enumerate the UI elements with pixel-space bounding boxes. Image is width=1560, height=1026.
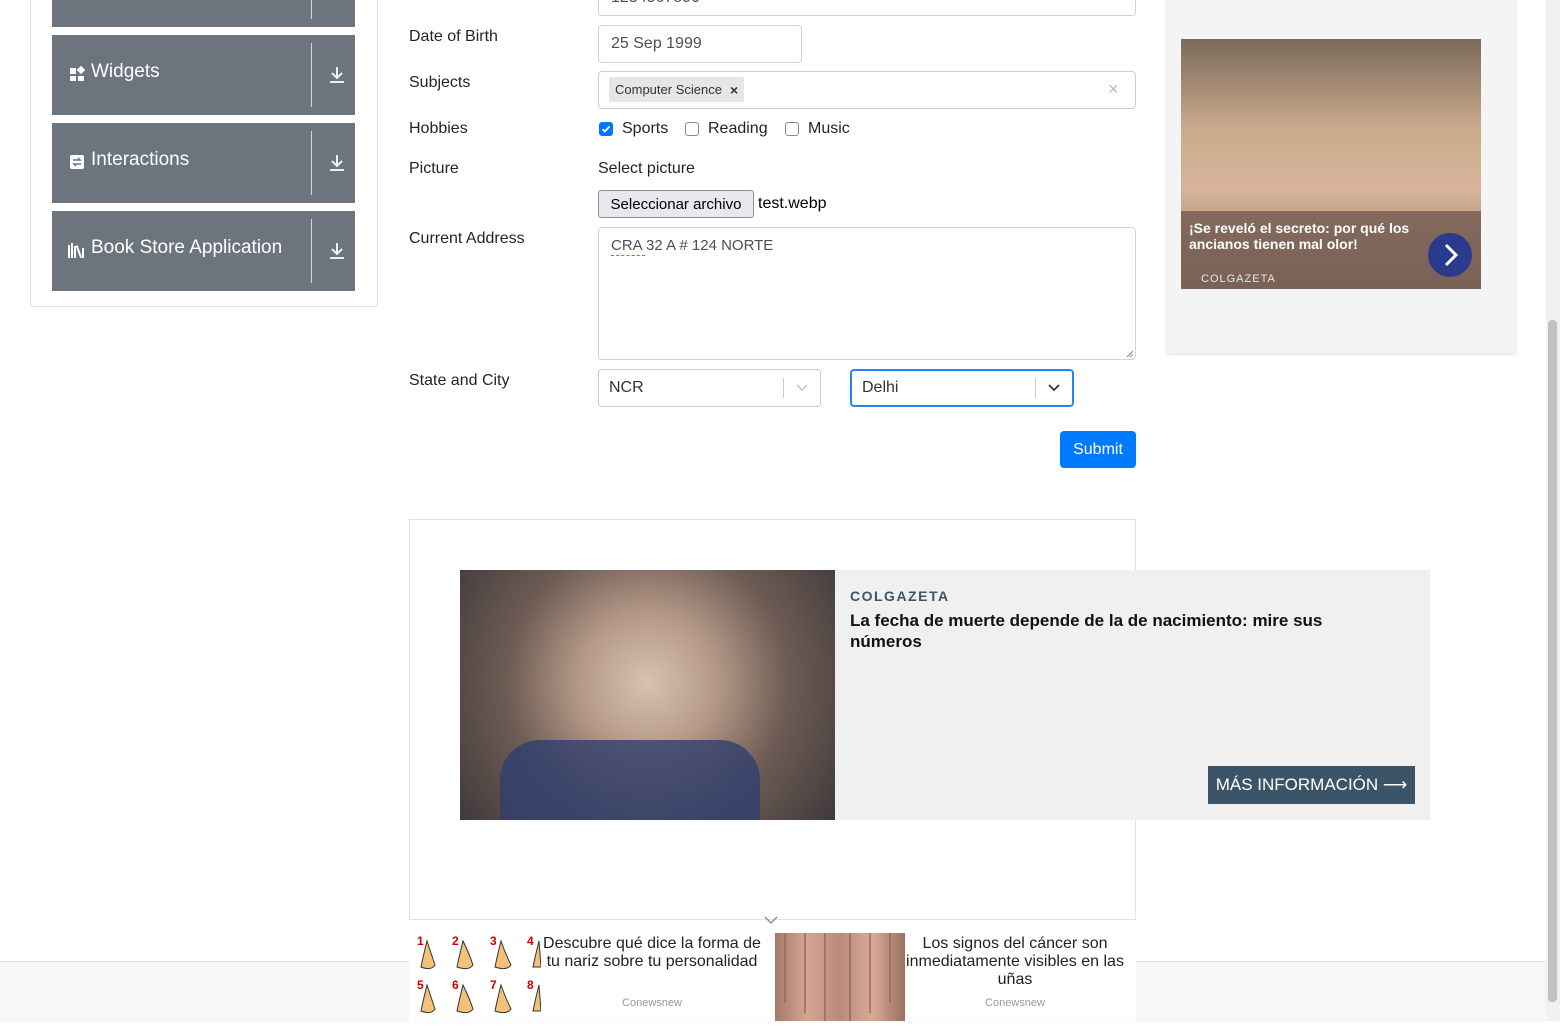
subjects-label: Subjects: [409, 74, 471, 91]
scrollbar-thumb[interactable]: [1548, 320, 1557, 1002]
sidebar-item-label: Book Store Application: [91, 237, 283, 258]
submit-button[interactable]: Submit: [1060, 431, 1136, 468]
state-city-label: State and City: [409, 372, 510, 389]
ad-right[interactable]: ¡Se reveló el secreto: por qué los ancia…: [1167, 0, 1515, 353]
ad-banner-headline[interactable]: La fecha de muerte depende de la de naci…: [850, 610, 1390, 652]
download-icon[interactable]: [328, 241, 346, 261]
mobile-input[interactable]: 1234567890: [598, 0, 1136, 16]
subject-chip: Computer Science ×: [609, 77, 745, 102]
sidebar-item-widgets[interactable]: Widgets: [52, 35, 355, 115]
bottom-ad-1-headline[interactable]: Descubre qué dice la forma de tu nariz s…: [541, 935, 763, 971]
picture-label: Picture: [409, 160, 459, 177]
chevron-down-icon: [796, 384, 808, 392]
music-checkbox[interactable]: [785, 122, 799, 136]
next-arrow-icon[interactable]: [1428, 233, 1472, 277]
sidebar-item-forms[interactable]: [52, 0, 355, 27]
file-name: test.webp: [758, 195, 827, 212]
reading-label[interactable]: Reading: [708, 120, 768, 138]
city-select[interactable]: Delhi: [850, 369, 1074, 407]
hobbies-label: Hobbies: [409, 120, 468, 137]
ad-banner-source: COLGAZETA: [850, 588, 950, 604]
sidebar-item-interactions[interactable]: Interactions: [52, 123, 355, 203]
download-icon[interactable]: [328, 65, 346, 85]
nails-image[interactable]: [775, 933, 905, 1021]
interactions-icon: [68, 153, 86, 171]
sidebar-item-label: Widgets: [91, 61, 160, 82]
state-select[interactable]: NCR: [598, 369, 821, 407]
reading-checkbox[interactable]: [685, 122, 699, 136]
chevron-down-icon: [1048, 384, 1060, 392]
select-picture-caption: Select picture: [598, 160, 695, 177]
widgets-icon: [68, 65, 86, 83]
sports-label[interactable]: Sports: [622, 120, 668, 138]
dob-label: Date of Birth: [409, 28, 498, 45]
divider: [311, 219, 312, 283]
bottom-ad-2-headline[interactable]: Los signos del cáncer son inmediatamente…: [905, 935, 1125, 989]
collapse-chevron-icon[interactable]: [764, 915, 778, 925]
dob-input[interactable]: 25 Sep 1999: [598, 25, 802, 63]
nose-shapes-image[interactable]: 1 2 3 4 5 6 7 8: [413, 933, 541, 1021]
ad-right-source: COLGAZETA: [1201, 273, 1276, 285]
ad-banner-image[interactable]: [460, 570, 835, 820]
download-icon[interactable]: [328, 153, 346, 173]
address-label: Current Address: [409, 230, 525, 247]
choose-file-button[interactable]: Seleccionar archivo: [598, 190, 754, 218]
book-store-icon: [68, 241, 86, 259]
ad-right-image[interactable]: ¡Se reveló el secreto: por qué los ancia…: [1181, 39, 1481, 289]
sports-checkbox[interactable]: [599, 122, 613, 136]
bottom-ad-1-source: Conewsnew: [622, 997, 682, 1009]
ad-banner[interactable]: COLGAZETA La fecha de muerte depende de …: [460, 570, 1430, 820]
clear-icon[interactable]: ×: [1108, 79, 1119, 100]
remove-chip-icon[interactable]: ×: [730, 82, 738, 98]
ad-right-headline[interactable]: ¡Se reveló el secreto: por qué los ancia…: [1189, 220, 1424, 252]
sidebar-item-label: Interactions: [91, 149, 190, 170]
sidebar-item-book-store[interactable]: Book Store Application: [52, 211, 355, 291]
music-label[interactable]: Music: [808, 120, 850, 138]
bottom-ad-2-source: Conewsnew: [985, 997, 1045, 1009]
divider: [311, 131, 312, 195]
divider: [311, 43, 312, 107]
address-textarea[interactable]: CRA 32 A # 124 NORTE: [598, 227, 1136, 360]
more-info-button[interactable]: MÁS INFORMACIÓN ⟶: [1208, 766, 1415, 804]
